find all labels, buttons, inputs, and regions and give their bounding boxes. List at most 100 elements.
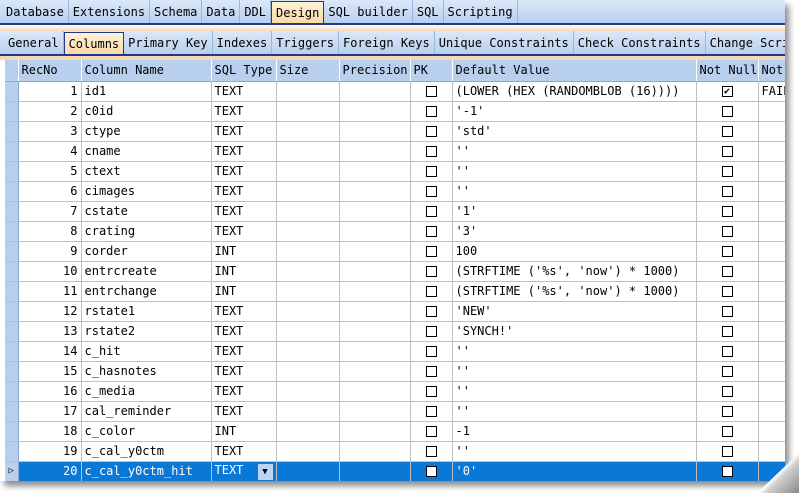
tab-sql-builder[interactable]: SQL builder: [324, 0, 413, 23]
sql-type-cell[interactable]: TEXT: [211, 201, 277, 222]
subtab-change-script[interactable]: Change Script: [706, 31, 785, 54]
column-header-recno[interactable]: RecNo: [18, 60, 82, 82]
row-indicator[interactable]: [5, 441, 19, 462]
table-row[interactable]: 5 ctext TEXT '': [5, 161, 785, 182]
on-conflict-cell[interactable]: [758, 241, 785, 262]
sql-type-cell[interactable]: TEXT: [211, 181, 277, 202]
table-row[interactable]: 6 cimages TEXT '': [5, 181, 785, 202]
default-value-cell[interactable]: '0': [452, 461, 697, 481]
pk-checkbox[interactable]: [425, 206, 437, 217]
row-indicator[interactable]: [5, 381, 19, 402]
sql-type-cell[interactable]: INT: [211, 261, 277, 282]
not-null-checkbox[interactable]: [721, 186, 733, 197]
default-value-cell[interactable]: 'NEW': [452, 301, 697, 322]
row-indicator[interactable]: [5, 301, 19, 322]
column-name-cell[interactable]: c_cal_y0ctm: [81, 441, 212, 462]
row-indicator[interactable]: [5, 321, 19, 342]
not-null-checkbox[interactable]: [721, 126, 733, 137]
pk-checkbox[interactable]: [425, 326, 437, 337]
row-indicator[interactable]: [5, 261, 19, 282]
default-value-cell[interactable]: '': [452, 361, 697, 382]
row-indicator[interactable]: [5, 121, 19, 142]
subtab-check-constraints[interactable]: Check Constraints: [574, 31, 706, 54]
column-header-pk[interactable]: PK: [410, 60, 453, 82]
not-null-checkbox[interactable]: [721, 286, 733, 297]
precision-cell[interactable]: [339, 241, 411, 262]
column-name-cell[interactable]: cal_reminder: [81, 401, 212, 422]
default-value-cell[interactable]: '': [452, 181, 697, 202]
column-name-cell[interactable]: id1: [81, 81, 212, 102]
precision-cell[interactable]: [339, 321, 411, 342]
row-indicator[interactable]: [5, 401, 19, 422]
table-row[interactable]: 8 crating TEXT '3': [5, 221, 785, 242]
not-null-checkbox[interactable]: [721, 386, 733, 397]
precision-cell[interactable]: [339, 341, 411, 362]
column-name-cell[interactable]: cname: [81, 141, 212, 162]
on-conflict-cell[interactable]: [758, 321, 785, 342]
subtab-unique-constraints[interactable]: Unique Constraints: [435, 31, 574, 54]
table-row[interactable]: 17 cal_reminder TEXT '': [5, 401, 785, 422]
column-header-size[interactable]: Size: [276, 60, 340, 82]
sql-type-cell[interactable]: TEXT: [211, 101, 277, 122]
not-null-checkbox[interactable]: [721, 266, 733, 277]
not-null-checkbox[interactable]: [721, 146, 733, 157]
table-row[interactable]: 19 c_cal_y0ctm TEXT '': [5, 441, 785, 462]
not-null-checkbox[interactable]: [721, 406, 733, 417]
default-value-cell[interactable]: 'SYNCH!': [452, 321, 697, 342]
not-null-checkbox[interactable]: [721, 326, 733, 337]
column-name-cell[interactable]: corder: [81, 241, 212, 262]
pk-checkbox[interactable]: [425, 446, 437, 457]
tab-database[interactable]: Database: [2, 0, 69, 23]
on-conflict-cell[interactable]: [758, 281, 785, 302]
pk-checkbox[interactable]: [425, 266, 437, 277]
precision-cell[interactable]: [339, 141, 411, 162]
precision-cell[interactable]: [339, 281, 411, 302]
row-indicator[interactable]: [5, 241, 19, 262]
pk-checkbox[interactable]: [425, 166, 437, 177]
size-cell[interactable]: [276, 141, 340, 162]
table-row[interactable]: 10 entrcreate INT (STRFTIME ('%s', 'now') *…: [5, 261, 785, 282]
pk-checkbox[interactable]: [425, 286, 437, 297]
default-value-cell[interactable]: '': [452, 441, 697, 462]
default-value-cell[interactable]: -1: [452, 421, 697, 442]
sql-type-cell[interactable]: TEXT: [211, 221, 277, 242]
row-indicator[interactable]: ▷: [5, 461, 19, 481]
pk-checkbox[interactable]: [425, 226, 437, 237]
sql-type-cell[interactable]: TEXT: [211, 321, 277, 342]
sql-type-cell[interactable]: INT: [211, 421, 277, 442]
table-row[interactable]: 11 entrchange INT (STRFTIME ('%s', 'now') *…: [5, 281, 785, 302]
subtab-primary-key[interactable]: Primary Key: [124, 31, 213, 54]
column-name-cell[interactable]: c_hasnotes: [81, 361, 212, 382]
precision-cell[interactable]: [339, 441, 411, 462]
pk-checkbox[interactable]: [425, 246, 437, 257]
not-null-checkbox[interactable]: [721, 226, 733, 237]
default-value-cell[interactable]: '': [452, 161, 697, 182]
tab-extensions[interactable]: Extensions: [69, 0, 151, 23]
pk-checkbox[interactable]: [425, 306, 437, 317]
size-cell[interactable]: [276, 401, 340, 422]
size-cell[interactable]: [276, 241, 340, 262]
column-header-column-name[interactable]: Column Name: [81, 60, 212, 82]
on-conflict-cell[interactable]: [758, 181, 785, 202]
pk-checkbox[interactable]: [425, 466, 437, 477]
table-row[interactable]: 4 cname TEXT '': [5, 141, 785, 162]
column-name-cell[interactable]: entrchange: [81, 281, 212, 302]
not-null-checkbox[interactable]: [721, 426, 733, 437]
sql-type-cell[interactable]: TEXT: [211, 301, 277, 322]
precision-cell[interactable]: [339, 401, 411, 422]
row-indicator[interactable]: [5, 101, 19, 122]
pk-checkbox[interactable]: [425, 366, 437, 377]
size-cell[interactable]: [276, 101, 340, 122]
sql-type-cell[interactable]: TEXT: [211, 381, 277, 402]
not-null-checkbox[interactable]: [721, 466, 733, 477]
precision-cell[interactable]: [339, 261, 411, 282]
table-row[interactable]: 15 c_hasnotes TEXT '': [5, 361, 785, 382]
size-cell[interactable]: [276, 461, 340, 481]
table-row[interactable]: 9 corder INT 100: [5, 241, 785, 262]
dropdown-arrow-icon[interactable]: ▼: [257, 463, 273, 480]
not-null-checkbox[interactable]: ✔: [721, 86, 733, 97]
on-conflict-cell[interactable]: [758, 121, 785, 142]
size-cell[interactable]: [276, 181, 340, 202]
size-cell[interactable]: [276, 361, 340, 382]
not-null-checkbox[interactable]: [721, 166, 733, 177]
